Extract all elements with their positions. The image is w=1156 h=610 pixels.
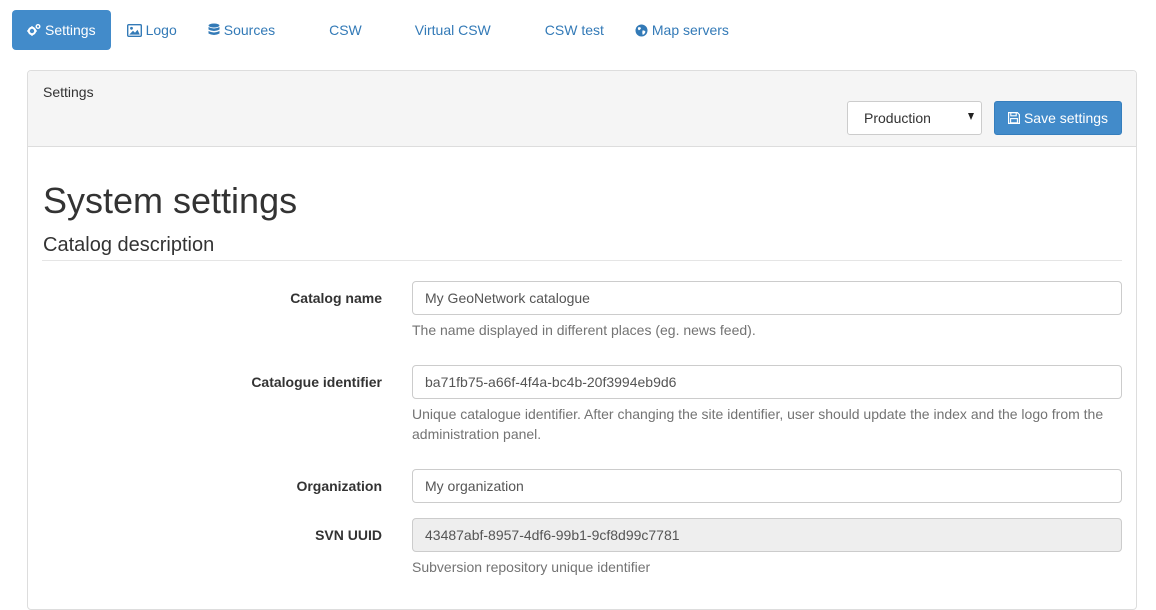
organization-value: My organization (425, 478, 524, 494)
floppy-disk-icon (1007, 112, 1020, 124)
catalogue-identifier-label: Catalogue identifier (251, 374, 382, 390)
globe-icon (635, 24, 648, 37)
catalog-name-input[interactable]: My GeoNetwork catalogue (412, 281, 1122, 315)
mode-select-value: Production (864, 110, 931, 126)
save-settings-button[interactable]: Save settings (994, 101, 1122, 135)
section-title: Catalog description (43, 234, 215, 256)
tab-sources[interactable]: Sources (208, 10, 275, 50)
database-icon (208, 23, 220, 37)
tab-csw-test-label: CSW test (544, 22, 604, 38)
catalog-name-help: The name displayed in different places (… (412, 322, 756, 338)
tab-csw-test[interactable]: CSW test (545, 10, 604, 50)
panel-heading: Settings Production Save settings (28, 71, 1136, 147)
catalogue-identifier-input[interactable]: ba71fb75-a66f-4f4a-bc4b-20f3994eb9d6 (412, 365, 1122, 399)
panel-title: Settings (43, 84, 94, 100)
image-icon (126, 23, 142, 37)
save-settings-label: Save settings (1023, 110, 1109, 126)
tab-virtual-csw[interactable]: Virtual CSW (415, 10, 491, 50)
organization-input[interactable]: My organization (412, 469, 1122, 503)
svn-uuid-value: 43487abf-8957-4df6-99b1-9cf8d99c7781 (425, 527, 680, 543)
tab-settings[interactable]: Settings (12, 10, 111, 50)
catalog-name-label: Catalog name (290, 290, 382, 306)
tab-logo-label: Logo (145, 22, 177, 38)
page-title: System settings (43, 180, 298, 221)
svn-uuid-label: SVN UUID (315, 527, 382, 543)
cogs-icon (27, 23, 41, 37)
mode-select[interactable]: Production (847, 101, 982, 135)
tab-csw[interactable]: CSW (329, 10, 362, 50)
catalogue-identifier-help: Unique catalogue identifier. After chang… (412, 406, 1104, 442)
tab-map-servers[interactable]: Map servers (635, 10, 729, 50)
svn-uuid-input: 43487abf-8957-4df6-99b1-9cf8d99c7781 (412, 518, 1122, 552)
svn-uuid-help: Subversion repository unique identifier (412, 559, 651, 575)
organization-label: Organization (296, 478, 382, 494)
catalogue-identifier-value: ba71fb75-a66f-4f4a-bc4b-20f3994eb9d6 (425, 374, 677, 390)
tab-csw-label: CSW (329, 22, 362, 38)
top-nav: Settings Logo Sources CSW Virtual CSW CS… (12, 10, 729, 50)
tab-sources-label: Sources (223, 22, 276, 38)
settings-panel: Settings Production Save settings System… (27, 70, 1137, 610)
tab-settings-label: Settings (45, 22, 96, 38)
tab-map-servers-label: Map servers (651, 22, 729, 38)
tab-virtual-csw-label: Virtual CSW (414, 22, 491, 38)
tab-logo[interactable]: Logo (126, 10, 177, 50)
caret-down-icon (968, 113, 974, 120)
section-divider (42, 260, 1122, 261)
catalog-name-value: My GeoNetwork catalogue (425, 290, 590, 306)
